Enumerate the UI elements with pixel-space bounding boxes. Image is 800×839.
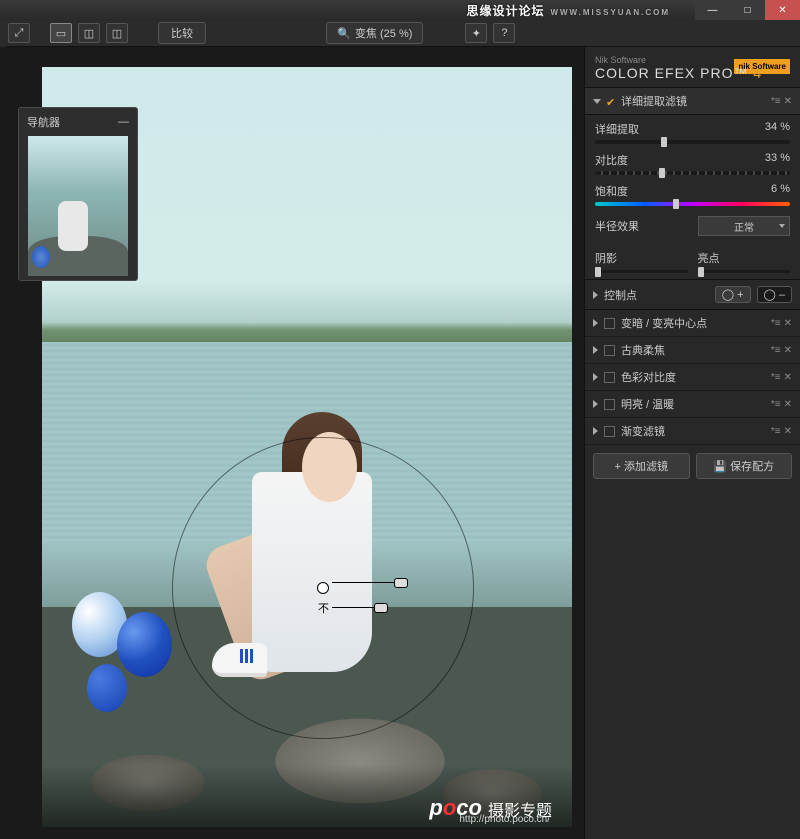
navigator-title: 导航器 xyxy=(27,114,60,130)
checkbox[interactable] xyxy=(604,318,615,329)
chevron-right-icon[interactable] xyxy=(593,291,598,299)
window-minimize-button[interactable]: — xyxy=(695,0,730,20)
check-icon: ✔ xyxy=(606,96,616,106)
filter-header[interactable]: ✔ 详细提取滤镜 *≡✕ xyxy=(585,88,800,115)
shadow-slider[interactable]: 阴影 xyxy=(595,250,688,273)
chevron-right-icon xyxy=(593,400,598,408)
chevron-right-icon xyxy=(593,373,598,381)
checkbox[interactable] xyxy=(604,399,615,410)
control-point-center[interactable] xyxy=(317,582,329,594)
navigator-thumbnail[interactable] xyxy=(28,136,128,276)
filter-name: 古典柔焦 xyxy=(621,342,665,358)
compare-button[interactable]: 比较 xyxy=(158,22,206,44)
checkbox[interactable] xyxy=(604,426,615,437)
radius-dropdown[interactable]: 正常 xyxy=(698,216,790,236)
checkbox[interactable] xyxy=(604,345,615,356)
wand-icon[interactable]: ✦ xyxy=(465,23,487,43)
filter-row[interactable]: 渐变滤镜*≡✕ xyxy=(585,418,800,445)
filter-row[interactable]: 色彩对比度*≡✕ xyxy=(585,364,800,391)
save-recipe-button[interactable]: 💾 保存配方 xyxy=(696,453,793,479)
control-point-slider-2[interactable] xyxy=(332,607,382,608)
slider-saturation[interactable]: 饱和度6 % xyxy=(585,177,800,208)
slider-detail[interactable]: 详细提取34 % xyxy=(585,115,800,146)
chevron-right-icon xyxy=(593,427,598,435)
ctrl-add-dark-button[interactable]: ◯ – xyxy=(757,286,792,303)
filter-name: 明亮 / 温暖 xyxy=(621,396,674,412)
right-panel: Nik Software COLOR EFEX PRO™ 4 nik Softw… xyxy=(584,47,800,839)
canvas-area[interactable]: poco 摄影专题 http://photo.poco.cn/ 导航器 — xyxy=(0,47,584,839)
close-icon[interactable]: ✕ xyxy=(784,318,792,329)
radius-row: 半径效果 正常 xyxy=(585,208,800,244)
control-points-row: 控制点 ◯ + ◯ – xyxy=(585,279,800,310)
top-toolbar: ⤢ ▭ ◫ ◫ 比较 🔍变焦 (25 %) ✦ ? xyxy=(0,20,800,47)
filter-row[interactable]: 古典柔焦*≡✕ xyxy=(585,337,800,364)
window-close-button[interactable]: ✕ xyxy=(765,0,800,20)
balloon-dark xyxy=(87,664,127,712)
slider-contrast[interactable]: 对比度33 % xyxy=(585,146,800,177)
view-side-icon[interactable]: ◫ xyxy=(106,23,128,43)
highlight-slider[interactable]: 亮点 xyxy=(698,250,791,273)
close-icon[interactable]: ✕ xyxy=(784,399,792,410)
zoom-dropdown[interactable]: 🔍变焦 (25 %) xyxy=(326,22,423,44)
control-point-slider-1[interactable] xyxy=(332,582,402,583)
control-points-label: 控制点 xyxy=(604,287,637,303)
filter-name: 变暗 / 变亮中心点 xyxy=(621,315,707,331)
navigator-collapse-icon[interactable]: — xyxy=(118,116,129,128)
ctrl-add-light-button[interactable]: ◯ + xyxy=(715,286,751,303)
close-icon[interactable]: ✕ xyxy=(784,372,792,383)
help-icon[interactable]: ? xyxy=(493,23,515,43)
view-split-icon[interactable]: ◫ xyxy=(78,23,100,43)
filter-title: 详细提取滤镜 xyxy=(621,93,687,109)
close-icon[interactable]: ✕ xyxy=(784,426,792,437)
close-icon[interactable]: ✕ xyxy=(784,96,792,107)
radius-label: 半径效果 xyxy=(595,218,639,234)
close-icon[interactable]: ✕ xyxy=(784,345,792,356)
filter-name: 色彩对比度 xyxy=(621,369,676,385)
person-subject xyxy=(222,382,412,672)
chevron-right-icon xyxy=(593,319,598,327)
chevron-right-icon xyxy=(593,346,598,354)
watermark-top: 思缘设计论坛WWW.MISSYUAN.COM xyxy=(466,2,670,19)
checkbox[interactable] xyxy=(604,372,615,383)
filter-row[interactable]: 变暗 / 变亮中心点*≡✕ xyxy=(585,310,800,337)
view-single-icon[interactable]: ▭ xyxy=(50,23,72,43)
window-titlebar: — □ ✕ xyxy=(0,0,800,20)
expand-icon[interactable]: ⤢ xyxy=(8,23,30,43)
filter-name: 渐变滤镜 xyxy=(621,423,665,439)
brand-header: Nik Software COLOR EFEX PRO™ 4 nik Softw… xyxy=(585,47,800,88)
window-maximize-button[interactable]: □ xyxy=(730,0,765,20)
chevron-down-icon xyxy=(593,99,601,104)
watermark-bottom: poco 摄影专题 http://photo.poco.cn/ xyxy=(42,765,572,827)
filter-row[interactable]: 明亮 / 温暖*≡✕ xyxy=(585,391,800,418)
balloon-blue xyxy=(117,612,172,677)
add-filter-button[interactable]: + 添加滤镜 xyxy=(593,453,690,479)
navigator-panel[interactable]: 导航器 — xyxy=(18,107,138,281)
